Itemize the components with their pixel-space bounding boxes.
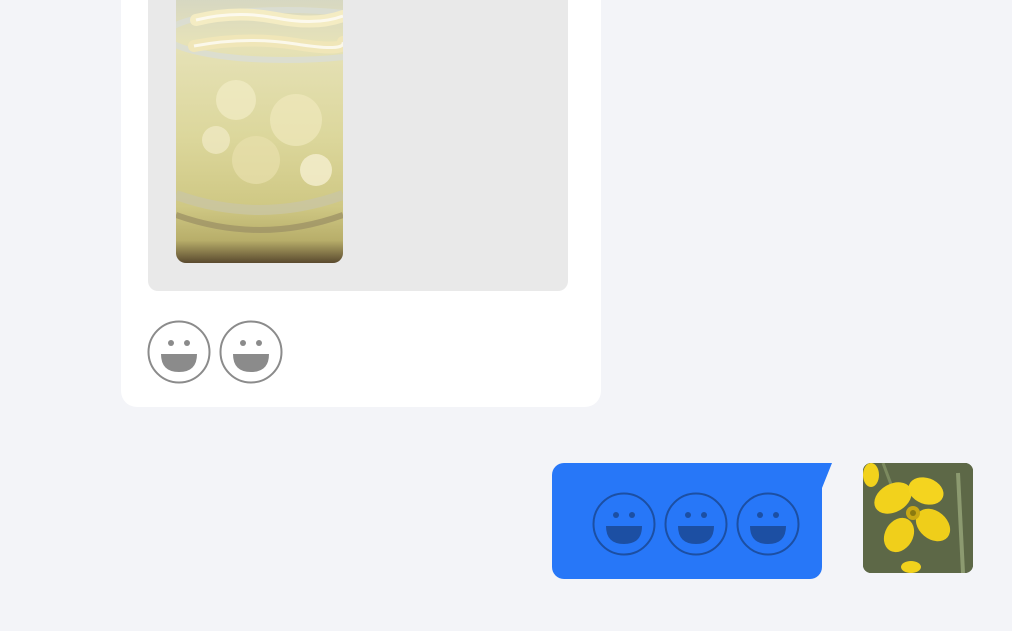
chat-view <box>0 0 1012 631</box>
grin-emoji-icon <box>219 320 283 384</box>
photo-attachment-frame <box>148 0 568 291</box>
outgoing-emoji-row <box>592 492 800 556</box>
yellow-flower-avatar-icon <box>863 463 973 573</box>
user-avatar[interactable] <box>863 463 973 573</box>
grin-emoji-icon <box>592 492 656 556</box>
food-photo[interactable] <box>176 0 343 263</box>
incoming-message <box>121 0 601 407</box>
grin-emoji-icon <box>664 492 728 556</box>
incoming-emoji-row <box>147 320 283 384</box>
bubble-tail <box>820 463 832 493</box>
grin-emoji-icon <box>736 492 800 556</box>
grin-emoji-icon <box>147 320 211 384</box>
outgoing-message[interactable] <box>552 463 822 579</box>
